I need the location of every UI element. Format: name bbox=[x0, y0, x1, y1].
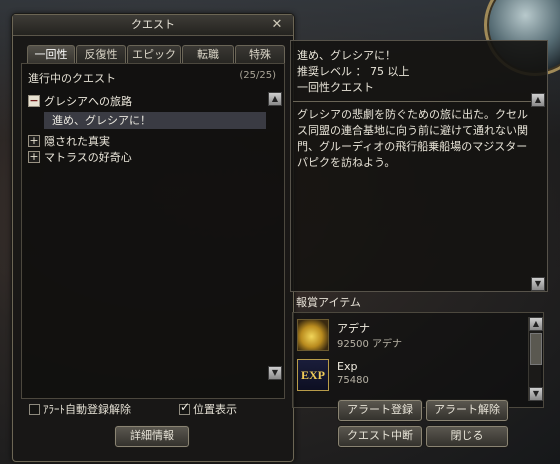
alert-release-button[interactable]: アラート解除 bbox=[426, 400, 508, 421]
list-scroll-down-icon[interactable]: ▼ bbox=[268, 366, 282, 380]
reward-scroll-thumb[interactable] bbox=[530, 333, 542, 365]
window-titlebar[interactable]: クエスト ✕ bbox=[13, 15, 293, 36]
quest-detail-area: 進め、グレシアに！ 推奨レベル ： 75 以上 一回性クエスト グレシアの悲劇を… bbox=[290, 40, 556, 460]
quest-group-label: グレシアへの旅路 bbox=[44, 95, 132, 108]
detail-description: グレシアの悲劇を防ぐための旅に出た。クセルス同盟の連合基地に向う前に避けて通れな… bbox=[297, 108, 528, 169]
alert-register-button[interactable]: アラート登録 bbox=[338, 400, 422, 421]
checkbox-label: ｱﾗｰﾄ自動登録解除 bbox=[43, 403, 131, 416]
quest-list-panel: 進行中のクエスト (25/25) ▲ − グレシアへの旅路 進め、グレシアに！ +… bbox=[21, 63, 285, 399]
reward-name: アデナ bbox=[337, 322, 370, 335]
quest-group-hidden-truth[interactable]: + 隠された真実 bbox=[28, 134, 110, 150]
rewards-header: 報賞アイテム bbox=[296, 296, 361, 309]
detail-scroll-down-icon[interactable]: ▼ bbox=[531, 277, 545, 291]
reward-list: アデナ 92500 アデナ EXP Exp 75480 ▲ ▼ bbox=[292, 312, 544, 408]
tab-special[interactable]: 特殊 bbox=[235, 45, 285, 64]
quest-list-header: 進行中のクエスト (25/25) bbox=[28, 70, 276, 85]
alert-auto-unregister-checkbox[interactable]: ｱﾗｰﾄ自動登録解除 bbox=[29, 401, 131, 417]
reward-scroll-up-icon[interactable]: ▲ bbox=[529, 317, 543, 331]
quest-group-label: 隠された真実 bbox=[44, 135, 110, 148]
reward-value: 92500 アデナ bbox=[337, 339, 402, 350]
detail-type: 一回性クエスト bbox=[297, 81, 374, 94]
tab-class-change[interactable]: 転職 bbox=[182, 45, 234, 64]
exp-icon: EXP bbox=[297, 359, 329, 391]
checkbox-icon[interactable] bbox=[29, 403, 40, 415]
detail-scroll-up-icon[interactable]: ▲ bbox=[531, 93, 545, 107]
quest-detail-panel: 進め、グレシアに！ 推奨レベル ： 75 以上 一回性クエスト グレシアの悲劇を… bbox=[290, 40, 548, 292]
quest-group-matras[interactable]: + マトラスの好奇心 bbox=[28, 150, 132, 166]
tab-epic[interactable]: エピック bbox=[127, 45, 181, 64]
expand-icon[interactable]: + bbox=[28, 135, 40, 147]
close-button[interactable]: 閉じる bbox=[426, 426, 508, 447]
quest-window: クエスト ✕ 一回性 反復性 エピック 転職 特殊 進行中のクエスト (25/2… bbox=[12, 14, 294, 462]
checkbox-label: 位置表示 bbox=[193, 403, 237, 416]
reward-scroll-down-icon[interactable]: ▼ bbox=[529, 387, 543, 401]
reward-value: 75480 bbox=[337, 375, 369, 386]
tab-one-time[interactable]: 一回性 bbox=[27, 45, 75, 64]
quest-count: (25/25) bbox=[239, 70, 276, 81]
show-location-checkbox[interactable]: 位置表示 bbox=[179, 400, 237, 417]
close-icon[interactable]: ✕ bbox=[269, 17, 285, 33]
reward-name: Exp bbox=[337, 360, 358, 373]
reward-item-adena[interactable]: アデナ 92500 アデナ bbox=[297, 317, 523, 353]
list-scroll-up-icon[interactable]: ▲ bbox=[268, 92, 282, 106]
collapse-icon[interactable]: − bbox=[28, 95, 40, 107]
details-button[interactable]: 詳細情報 bbox=[115, 426, 189, 447]
detail-title: 進め、グレシアに！ bbox=[297, 49, 396, 62]
tab-repeatable[interactable]: 反復性 bbox=[76, 45, 126, 64]
checkbox-checked-icon[interactable] bbox=[179, 400, 190, 415]
quest-abort-button[interactable]: クエスト中断 bbox=[338, 426, 422, 447]
reward-scrollbar[interactable]: ▲ ▼ bbox=[528, 317, 543, 401]
adena-icon bbox=[297, 319, 329, 351]
quest-list-title: 進行中のクエスト bbox=[28, 72, 116, 85]
quest-group-label: マトラスの好奇心 bbox=[44, 151, 132, 164]
quest-group-greshia[interactable]: − グレシアへの旅路 bbox=[28, 94, 132, 110]
detail-level: 推奨レベル ： 75 以上 bbox=[297, 65, 410, 78]
window-title: クエスト bbox=[131, 18, 175, 31]
subquest-selected[interactable]: 進め、グレシアに！ bbox=[44, 112, 266, 129]
expand-icon[interactable]: + bbox=[28, 151, 40, 163]
reward-item-exp[interactable]: EXP Exp 75480 bbox=[297, 357, 523, 393]
detail-divider bbox=[293, 101, 545, 102]
